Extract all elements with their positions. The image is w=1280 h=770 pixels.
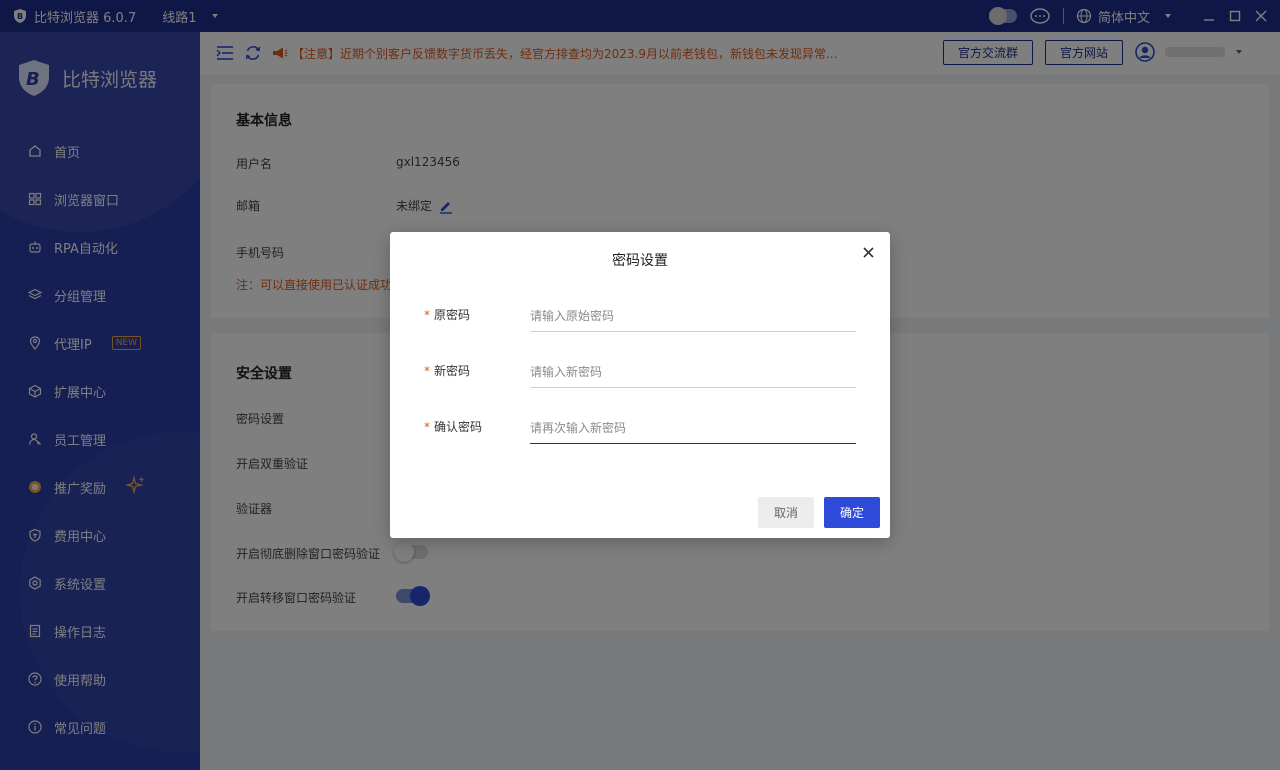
dialog-title: 密码设置: [612, 253, 668, 269]
old-password-label: * 原密码: [424, 306, 470, 323]
new-password-label: * 新密码: [424, 362, 470, 379]
required-mark: *: [424, 364, 430, 378]
new-password-row: * 新密码: [424, 356, 856, 396]
new-password-label-text: 新密码: [434, 364, 471, 378]
required-mark: *: [424, 308, 430, 322]
dialog-close-button[interactable]: [860, 244, 876, 260]
old-password-label-text: 原密码: [434, 308, 471, 322]
confirm-password-input[interactable]: [530, 412, 856, 444]
password-dialog: 密码设置 * 原密码 * 新密码 * 确认密码 取消 确定: [390, 232, 890, 538]
confirm-button[interactable]: 确定: [824, 497, 880, 528]
confirm-password-label-text: 确认密码: [434, 420, 483, 434]
confirm-password-label: * 确认密码: [424, 418, 482, 435]
required-mark: *: [424, 420, 430, 434]
new-password-input[interactable]: [530, 356, 856, 388]
old-password-row: * 原密码: [424, 300, 856, 340]
old-password-input[interactable]: [530, 300, 856, 332]
cancel-button[interactable]: 取消: [758, 497, 814, 528]
confirm-password-row: * 确认密码: [424, 412, 856, 452]
close-icon: [862, 246, 874, 258]
